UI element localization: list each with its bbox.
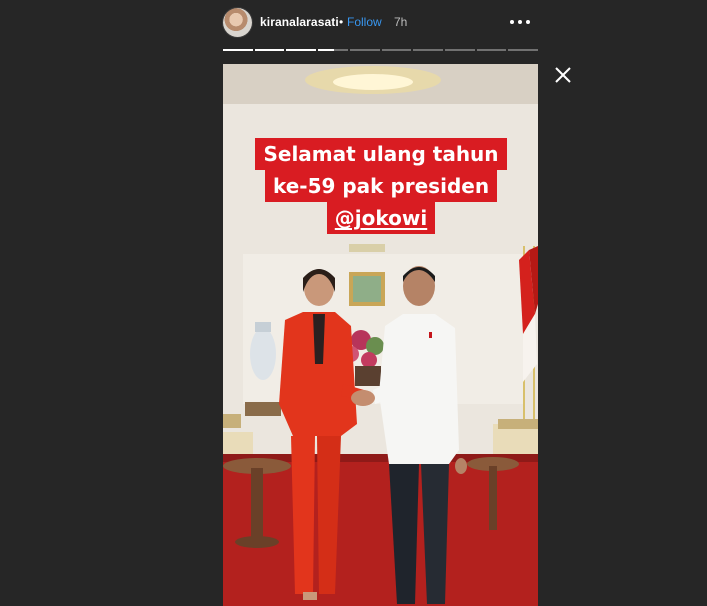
mention-link[interactable]: @jokowi xyxy=(335,206,427,230)
progress-segment xyxy=(318,49,348,51)
story-header: kiranalarasati • Follow 7h xyxy=(223,7,538,39)
chandelier xyxy=(305,66,441,94)
story-timestamp: 7h xyxy=(394,15,408,29)
progress-fill xyxy=(318,49,335,51)
progress-segment xyxy=(508,49,539,51)
story-progress-bars xyxy=(223,49,539,51)
story-caption: Selamat ulang tahun ke-59 pak presiden @… xyxy=(247,138,515,234)
username[interactable]: kiranalarasati xyxy=(260,15,339,29)
handshake xyxy=(351,390,375,406)
story-media[interactable]: Selamat ulang tahun ke-59 pak presiden @… xyxy=(223,64,538,606)
avatar[interactable] xyxy=(223,8,252,37)
close-button[interactable] xyxy=(553,65,573,85)
progress-segment xyxy=(381,49,412,51)
progress-segment xyxy=(286,49,317,51)
progress-fill xyxy=(223,49,253,51)
progress-segment xyxy=(223,49,253,51)
more-horizontal-icon xyxy=(510,20,530,24)
caption-line: Selamat ulang tahun xyxy=(255,138,507,170)
caption-mention[interactable]: @jokowi xyxy=(326,202,436,234)
progress-fill xyxy=(254,49,285,51)
story-viewer: kiranalarasati • Follow 7h Selamat ulang… xyxy=(0,0,707,606)
progress-segment xyxy=(476,49,507,51)
progress-segment xyxy=(254,49,285,51)
close-icon xyxy=(555,67,571,83)
progress-segment xyxy=(413,49,443,51)
follow-button[interactable]: Follow xyxy=(347,15,382,29)
progress-segment xyxy=(444,49,475,51)
progress-fill xyxy=(286,49,317,51)
progress-segment xyxy=(349,49,380,51)
caption-line: ke-59 pak presiden xyxy=(264,170,498,202)
more-options-button[interactable] xyxy=(509,14,531,30)
separator-dot: • xyxy=(339,15,344,29)
